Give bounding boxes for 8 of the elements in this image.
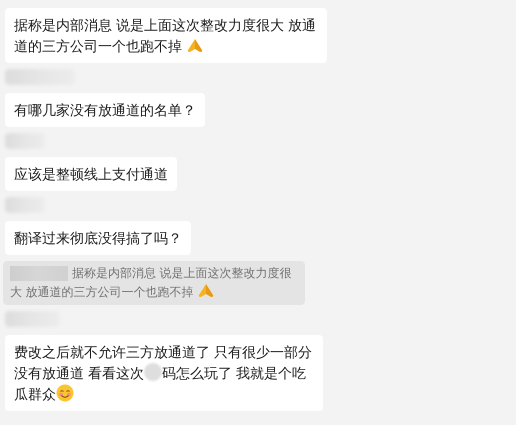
smiley-icon [56, 384, 74, 402]
message-text: 有哪几家没有放通道的名单？ [14, 100, 196, 120]
message-text: 据称是内部消息 说是上面这次整改力度很大 放通道的三方公司一个也跑不掉 [14, 16, 317, 56]
message-text: 费改之后就不允许三方放通道了 只有很少一部分没有放通道 看看这次 码怎么玩了 我就是个吃瓜群众 [14, 342, 313, 404]
blurred-overlay [144, 362, 162, 380]
message-text: 应该是整顿线上支付通道 [14, 164, 168, 184]
message-text: 翻译过来彻底没得搞了吗？ [14, 228, 182, 248]
quoted-text: 据称是内部消息 说是上面这次整改力度很大 放通道的三方公司一个也跑不掉 [10, 265, 292, 301]
